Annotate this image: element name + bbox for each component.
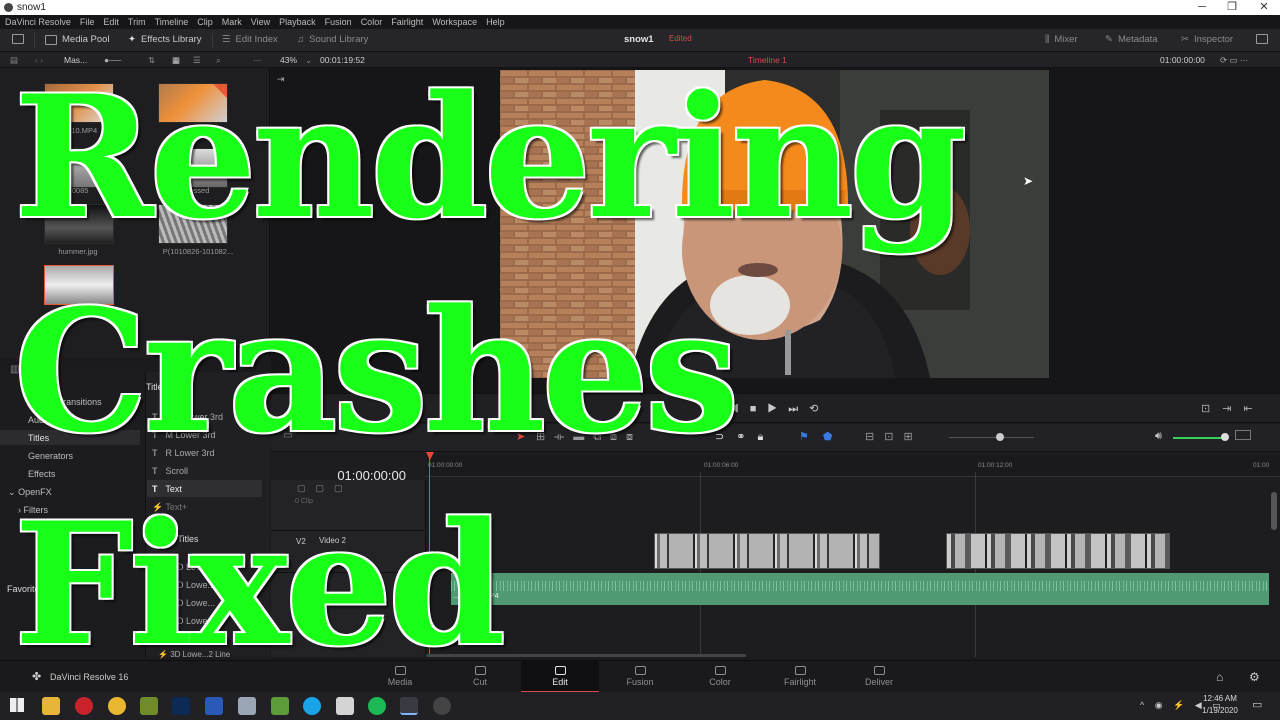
audio-clip[interactable]: ...330210.MP4	[451, 573, 1269, 605]
app-icon[interactable]	[336, 697, 354, 715]
zoom-full-icon[interactable]: ⊟	[865, 431, 884, 443]
timeline-vertical-scrollbar[interactable]	[1271, 492, 1277, 530]
dim-button[interactable]	[1235, 430, 1251, 440]
menu-davinci[interactable]: DaVinci Resolve	[0, 15, 75, 29]
inspector-icon: ✂	[1181, 34, 1189, 45]
effects-wand-icon: ✦	[128, 34, 136, 45]
sound-library-button[interactable]: ♫ Sound Library	[297, 34, 368, 45]
jump-end-icon[interactable]: ⏭	[788, 403, 809, 415]
menu-fairlight[interactable]: Fairlight	[386, 15, 427, 29]
zoom-slider-handle[interactable]	[996, 433, 1004, 441]
page-tab-deliver[interactable]: Deliver	[840, 661, 918, 693]
settings-gear-icon[interactable]: ⚙	[1249, 670, 1260, 684]
menu-color[interactable]: Color	[356, 15, 387, 29]
list-icon: ☰	[222, 34, 231, 45]
metadata-button[interactable]: ✎ Metadata	[1105, 34, 1158, 45]
flag-icon[interactable]: ⚑	[799, 431, 823, 443]
chrome-icon[interactable]	[108, 697, 126, 715]
menu-fusion[interactable]: Fusion	[320, 15, 356, 29]
next-edit-icon[interactable]: ⇥	[1222, 403, 1243, 415]
stop-icon[interactable]: ■	[750, 403, 768, 415]
video-clip[interactable]	[654, 533, 880, 569]
timeline-zoom-slider[interactable]	[949, 437, 1034, 438]
menu-playback[interactable]: Playback	[274, 15, 320, 29]
overlay-title-line1: Rendering	[14, 58, 967, 256]
clock-time[interactable]: 12:46 AM	[1200, 694, 1240, 703]
volume-slider-handle[interactable]	[1221, 433, 1229, 441]
menu-file[interactable]: File	[75, 15, 99, 29]
zoom-custom-icon[interactable]: ⊞	[903, 431, 922, 443]
media-pool-icon	[45, 34, 57, 45]
ruler-tick-label: 01:00:12:00	[978, 462, 1013, 469]
record-timecode: 01:00:00:00	[1160, 55, 1205, 65]
link-icon[interactable]: ⚭	[736, 431, 757, 443]
app-icon[interactable]	[271, 697, 289, 715]
photoshop-icon[interactable]	[172, 697, 190, 715]
window-title: snow1	[17, 2, 46, 13]
marker-icon[interactable]: ⬟	[823, 431, 847, 443]
resolve-logo-icon	[4, 3, 13, 12]
close-button[interactable]: ✕	[1249, 0, 1279, 15]
project-status: Edited	[669, 34, 692, 43]
edit-index-button[interactable]: ☰ Edit Index	[222, 34, 278, 45]
word-icon[interactable]	[205, 697, 223, 715]
effects-library-button[interactable]: ✦ Effects Library	[128, 34, 202, 45]
inspector-button[interactable]: ✂ Inspector	[1181, 34, 1233, 45]
loop-icon[interactable]: ⟲	[809, 403, 829, 415]
zoom-detail-icon[interactable]: ⊡	[884, 431, 903, 443]
timeline-timecode: 01:00:00:00	[337, 468, 406, 483]
volume-icon[interactable]: 🔊︎	[1155, 430, 1162, 443]
menu-help[interactable]: Help	[481, 15, 509, 29]
mixer-icon: ⫼	[1045, 34, 1050, 45]
clock-date[interactable]: 1/19/2020	[1198, 706, 1242, 715]
home-icon[interactable]: ⌂	[1216, 670, 1223, 684]
menu-edit[interactable]: Edit	[98, 15, 123, 29]
menu-mark[interactable]: Mark	[217, 15, 246, 29]
viewer-mode-icon[interactable]: ⟳ ▭ ···	[1220, 55, 1248, 66]
page-tab-fairlight[interactable]: Fairlight	[761, 661, 839, 693]
menu-view[interactable]: View	[246, 15, 274, 29]
workspace-right-toggle-icon[interactable]	[1256, 34, 1268, 44]
minimize-button[interactable]: ─	[1187, 0, 1217, 15]
skype-icon[interactable]	[303, 697, 321, 715]
menu-clip[interactable]: Clip	[192, 15, 217, 29]
menu-bar: DaVinci Resolve File Edit Trim Timeline …	[0, 15, 1280, 29]
fx-category-effects[interactable]: Effects	[28, 469, 55, 479]
sound-library-icon: ♫	[297, 34, 305, 45]
app-icon[interactable]	[238, 697, 256, 715]
windows-taskbar: ^ ◉ ⚡ ◀ ▭ 12:46 AM 1/19/2020 ▭	[0, 692, 1280, 720]
page-tab-edit[interactable]: Edit	[521, 661, 599, 693]
project-name: snow1	[624, 34, 654, 45]
lock-icon[interactable]: 🔒︎	[757, 431, 775, 443]
page-tab-color[interactable]: Color	[681, 661, 759, 693]
davinci-resolve-taskbar-icon[interactable]	[400, 697, 418, 715]
spotify-icon[interactable]	[368, 697, 386, 715]
mouse-cursor-icon: ➤	[1023, 174, 1034, 188]
ruler-tick-label: 01:00	[1253, 462, 1270, 469]
windows-start-icon[interactable]	[10, 698, 24, 712]
mixer-button[interactable]: ⫼ Mixer	[1045, 34, 1078, 45]
main-toolbar: Media Pool ✦ Effects Library ☰ Edit Inde…	[0, 29, 1280, 52]
prev-edit-icon[interactable]: ⇤	[1243, 403, 1264, 415]
video-clip[interactable]	[946, 533, 1170, 569]
workspace-toggle-icon[interactable]	[12, 34, 24, 44]
volume-slider[interactable]	[1173, 437, 1225, 439]
page-tab-fusion[interactable]: Fusion	[601, 661, 679, 693]
metadata-icon: ✎	[1105, 34, 1113, 45]
menu-timeline[interactable]: Timeline	[150, 15, 193, 29]
minecraft-icon[interactable]	[140, 697, 158, 715]
window-titlebar: snow1 ─ ❐ ✕	[0, 0, 1280, 15]
maximize-button[interactable]: ❐	[1217, 0, 1247, 15]
overlay-title-line2: Crashes	[14, 272, 739, 470]
media-pool-button[interactable]: Media Pool	[45, 34, 110, 45]
file-explorer-icon[interactable]	[42, 697, 60, 715]
play-icon[interactable]: ▶	[767, 403, 788, 415]
match-frame-icon[interactable]: ⊡	[1201, 403, 1222, 415]
overlay-title-line3: Fixed	[14, 485, 506, 683]
menu-trim[interactable]: Trim	[123, 15, 150, 29]
notifications-icon[interactable]: ▭	[1252, 698, 1262, 711]
menu-workspace[interactable]: Workspace	[427, 15, 481, 29]
app-icon[interactable]	[75, 697, 93, 715]
obs-icon[interactable]	[433, 697, 451, 715]
